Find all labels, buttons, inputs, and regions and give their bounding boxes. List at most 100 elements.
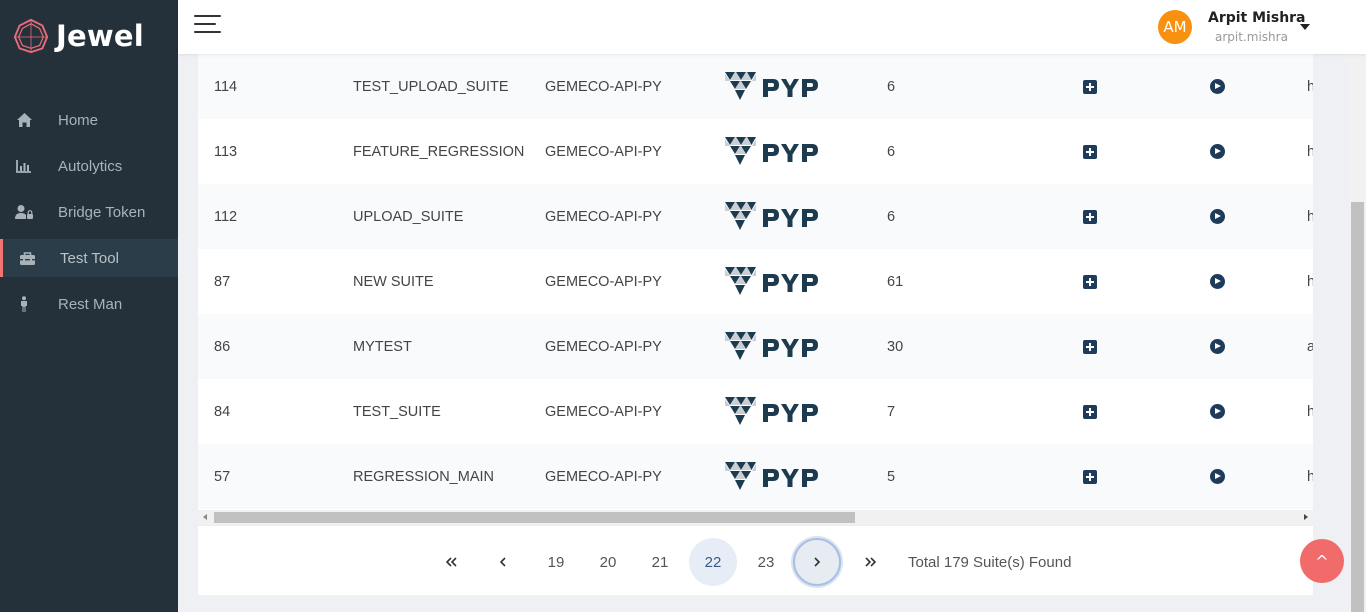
- add-testcase-button[interactable]: [1083, 314, 1097, 379]
- scroll-to-top-button[interactable]: ^: [1300, 539, 1344, 583]
- project-name: GEMECO-API-PY: [545, 468, 662, 485]
- brand-name: Jewel: [56, 19, 144, 53]
- horizontal-scroll-thumb[interactable]: [214, 512, 855, 523]
- suite-id: 87: [214, 273, 231, 290]
- suite-name: FEATURE_REGRESSION: [353, 143, 525, 160]
- suite-id: 114: [214, 78, 238, 95]
- suite-id: 113: [214, 143, 238, 160]
- plus-square-icon[interactable]: [1083, 144, 1097, 159]
- add-testcase-button[interactable]: [1083, 184, 1097, 249]
- sidebar-item-rest-man[interactable]: Rest Man: [0, 285, 178, 323]
- play-circle-icon[interactable]: [1210, 274, 1225, 289]
- run-suite-button[interactable]: [1210, 314, 1225, 379]
- truncated-cell: h: [1307, 143, 1313, 160]
- suite-name: TEST_UPLOAD_SUITE: [353, 78, 509, 95]
- table-row: 114 TEST_UPLOAD_SUITE GEMECO-API-PY 6 h: [198, 54, 1313, 119]
- add-testcase-button[interactable]: [1083, 379, 1097, 444]
- sidebar-item-label: Test Tool: [60, 249, 119, 267]
- page-22-button[interactable]: 22: [689, 538, 737, 586]
- testcase-count: 6: [887, 78, 896, 95]
- sidebar-nav: Home Autolytics Bridge Token Test Tool R…: [0, 101, 178, 331]
- suite-id: 112: [214, 208, 238, 225]
- sidebar-item-bridge-token[interactable]: Bridge Token: [0, 193, 178, 231]
- user-name[interactable]: Arpit Mishra: [1208, 10, 1306, 26]
- truncated-cell: h: [1307, 403, 1313, 420]
- play-circle-icon[interactable]: [1210, 469, 1225, 484]
- brand[interactable]: Jewel: [12, 16, 144, 56]
- page-vertical-scrollbar[interactable]: [1349, 54, 1366, 612]
- run-suite-button[interactable]: [1210, 119, 1225, 184]
- sidebar-item-autolytics[interactable]: Autolytics: [0, 147, 178, 185]
- pyp-framework-logo: [723, 184, 823, 249]
- table-row: 87 NEW SUITE GEMECO-API-PY 61 h: [198, 249, 1313, 314]
- next-page-button[interactable]: [793, 538, 841, 586]
- user-menu-caret-icon[interactable]: [1300, 24, 1310, 30]
- add-testcase-button[interactable]: [1083, 54, 1097, 119]
- page-23-button[interactable]: 23: [742, 538, 790, 586]
- plus-square-icon[interactable]: [1083, 469, 1097, 484]
- suite-id: 86: [214, 338, 231, 355]
- add-testcase-button[interactable]: [1083, 444, 1097, 509]
- play-circle-icon[interactable]: [1210, 404, 1225, 419]
- page-19-button[interactable]: 19: [532, 538, 580, 586]
- run-suite-button[interactable]: [1210, 379, 1225, 444]
- add-testcase-button[interactable]: [1083, 119, 1097, 184]
- suite-id: 84: [214, 403, 231, 420]
- table-row: 112 UPLOAD_SUITE GEMECO-API-PY 6 h: [198, 184, 1313, 249]
- truncated-cell: h: [1307, 78, 1313, 95]
- plus-square-icon[interactable]: [1083, 339, 1097, 354]
- table-horizontal-scrollbar[interactable]: [198, 510, 1313, 525]
- menu-toggle-icon[interactable]: [194, 13, 221, 35]
- home-icon: [15, 111, 33, 129]
- suite-name: MYTEST: [353, 338, 412, 355]
- truncated-cell: a: [1307, 338, 1313, 355]
- plus-square-icon[interactable]: [1083, 404, 1097, 419]
- project-name: GEMECO-API-PY: [545, 143, 662, 160]
- table-row: 84 TEST_SUITE GEMECO-API-PY 7 h: [198, 379, 1313, 444]
- add-testcase-button[interactable]: [1083, 249, 1097, 314]
- run-suite-button[interactable]: [1210, 184, 1225, 249]
- project-name: GEMECO-API-PY: [545, 273, 662, 290]
- suite-id: 57: [214, 468, 231, 485]
- sidebar-item-label: Autolytics: [58, 157, 123, 175]
- testcase-count: 6: [887, 143, 896, 160]
- plus-square-icon[interactable]: [1083, 274, 1097, 289]
- last-page-button[interactable]: [847, 538, 895, 586]
- sidebar-item-test-tool[interactable]: Test Tool: [0, 239, 178, 277]
- jewel-logo-icon: [13, 18, 49, 54]
- sidebar-item-label: Rest Man: [58, 295, 123, 313]
- person-icon: [15, 295, 33, 313]
- play-circle-icon[interactable]: [1210, 339, 1225, 354]
- user-lock-icon: [15, 203, 33, 221]
- chevron-left-icon: [499, 557, 506, 567]
- play-circle-icon[interactable]: [1210, 79, 1225, 94]
- avatar[interactable]: AM: [1158, 10, 1192, 44]
- table-row: 113 FEATURE_REGRESSION GEMECO-API-PY 6 h: [198, 119, 1313, 184]
- pyp-framework-logo: [723, 249, 823, 314]
- play-circle-icon[interactable]: [1210, 144, 1225, 159]
- pyp-framework-logo: [723, 314, 823, 379]
- pyp-framework-logo: [723, 54, 823, 119]
- table-row: 86 MYTEST GEMECO-API-PY 30 a: [198, 314, 1313, 379]
- first-page-button[interactable]: [427, 538, 475, 586]
- scroll-right-arrow-icon[interactable]: [1304, 514, 1308, 520]
- vertical-scroll-thumb[interactable]: [1351, 202, 1364, 612]
- sidebar-item-home[interactable]: Home: [0, 101, 178, 139]
- double-chevron-left-icon: [445, 557, 457, 567]
- page-21-button[interactable]: 21: [636, 538, 684, 586]
- prev-page-button[interactable]: [479, 538, 527, 586]
- plus-square-icon[interactable]: [1083, 79, 1097, 94]
- testcase-count: 30: [887, 338, 904, 355]
- play-circle-icon[interactable]: [1210, 209, 1225, 224]
- sidebar-item-label: Home: [58, 111, 99, 129]
- run-suite-button[interactable]: [1210, 54, 1225, 119]
- run-suite-button[interactable]: [1210, 444, 1225, 509]
- plus-square-icon[interactable]: [1083, 209, 1097, 224]
- scroll-left-arrow-icon[interactable]: [203, 514, 207, 520]
- page-20-button[interactable]: 20: [584, 538, 632, 586]
- run-suite-button[interactable]: [1210, 249, 1225, 314]
- user-handle: arpit.mishra: [1215, 30, 1288, 44]
- table-row: 57 REGRESSION_MAIN GEMECO-API-PY 5 h: [198, 444, 1313, 509]
- project-name: GEMECO-API-PY: [545, 338, 662, 355]
- testcase-count: 61: [887, 273, 904, 290]
